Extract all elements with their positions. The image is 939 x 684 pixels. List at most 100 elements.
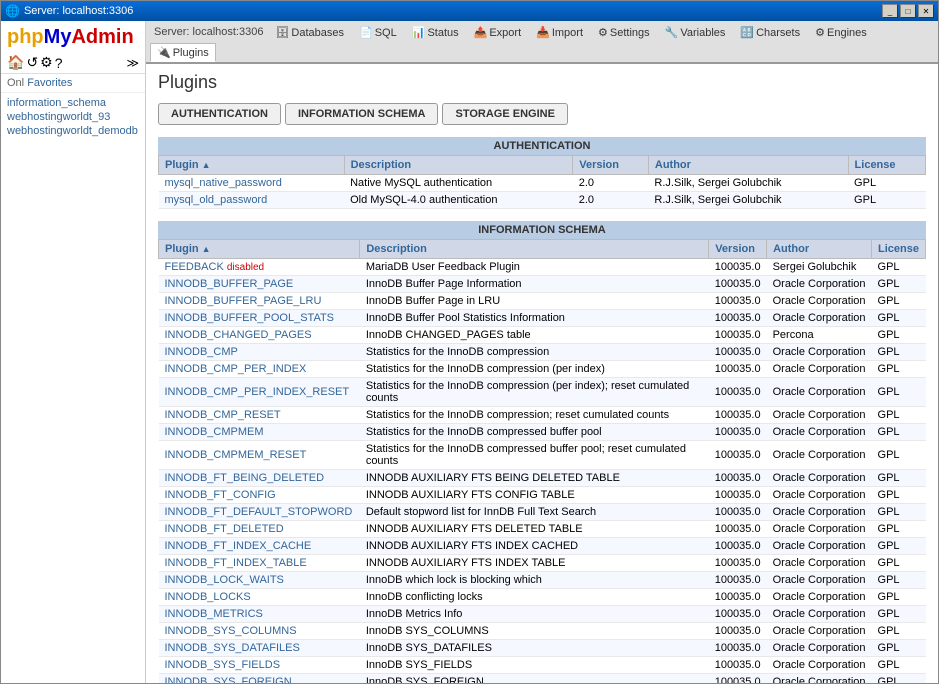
version-cell: 100035.0 [709,623,767,640]
nav-status[interactable]: 📊 Status [405,23,466,42]
license-cell: GPL [872,293,926,310]
plugin-link[interactable]: INNODB_FT_DELETED [165,523,284,535]
auth-col-license[interactable]: License [848,156,925,175]
plugin-link[interactable]: INNODB_FT_INDEX_CACHE [165,540,312,552]
version-cell: 100035.0 [709,378,767,407]
table-row: mysql_old_password Old MySQL-4.0 authent… [159,192,926,209]
favorites-link[interactable]: Favorites [27,77,72,89]
window-title: Server: localhost:3306 [24,5,133,17]
plugin-link[interactable]: INNODB_SYS_FOREIGN [165,676,292,683]
plugin-link[interactable]: INNODB_CMP_RESET [165,409,281,421]
tab-information-schema[interactable]: INFORMATION SCHEMA [285,103,439,125]
license-cell: GPL [872,344,926,361]
plugin-link[interactable]: INNODB_CMP_PER_INDEX [165,363,307,375]
charsets-label: Charsets [756,27,800,39]
plugin-link[interactable]: INNODB_SYS_COLUMNS [165,625,297,637]
database-list: information_schema webhostingworldt_93 w… [1,93,145,683]
auth-col-description[interactable]: Description [344,156,573,175]
home-icon[interactable]: 🏠 [7,54,24,71]
info-col-version[interactable]: Version [709,240,767,259]
nav-export[interactable]: 📤 Export [467,23,529,42]
description-cell: Statistics for the InnoDB compression [360,344,709,361]
close-button[interactable]: ✕ [918,4,934,18]
auth-col-author[interactable]: Author [648,156,848,175]
plugin-link[interactable]: INNODB_BUFFER_POOL_STATS [165,312,335,324]
nav-variables[interactable]: 🔧 Variables [658,23,733,42]
plugin-link[interactable]: INNODB_METRICS [165,608,263,620]
info-schema-section: INFORMATION SCHEMA Plugin ▲ Description … [158,221,926,683]
plugin-link[interactable]: INNODB_SYS_DATAFILES [165,642,300,654]
db-item-webhostingworldt-93[interactable]: webhostingworldt_93 [5,110,141,124]
description-cell: Default stopword list for InnDB Full Tex… [360,504,709,521]
license-cell: GPL [872,441,926,470]
variables-label: Variables [680,27,725,39]
plugin-link[interactable]: INNODB_BUFFER_PAGE [165,278,294,290]
plugin-link[interactable]: FEEDBACK [165,261,224,273]
plugin-link[interactable]: mysql_old_password [165,194,268,206]
plugin-link[interactable]: mysql_native_password [165,177,282,189]
plugin-link[interactable]: INNODB_CMPMEM_RESET [165,449,307,461]
nav-sql[interactable]: 📄 SQL [352,23,404,42]
author-cell: Oracle Corporation [767,504,872,521]
help-icon[interactable]: ? [55,55,63,71]
info-col-author[interactable]: Author [767,240,872,259]
titlebar: 🌐 Server: localhost:3306 _ □ ✕ [1,1,938,21]
plugin-link[interactable]: INNODB_LOCK_WAITS [165,574,284,586]
nav-plugins[interactable]: 🔌 Plugins [150,43,216,62]
version-cell: 100035.0 [709,589,767,606]
auth-col-version[interactable]: Version [573,156,649,175]
plugin-link[interactable]: INNODB_CHANGED_PAGES [165,329,312,341]
plugin-link[interactable]: INNODB_FT_CONFIG [165,489,276,501]
settings-icon[interactable]: ⚙ [40,54,53,71]
plugin-link[interactable]: INNODB_CMPMEM [165,426,264,438]
refresh-icon[interactable]: ↺ [26,54,38,71]
nav-import[interactable]: 📥 Import [529,23,590,42]
version-cell: 100035.0 [709,310,767,327]
minimize-button[interactable]: _ [882,4,898,18]
plugin-link[interactable]: INNODB_FT_BEING_DELETED [165,472,325,484]
disabled-badge: disabled [227,262,264,273]
version-cell: 100035.0 [709,572,767,589]
nav-settings[interactable]: ⚙ Settings [591,23,657,42]
license-cell: GPL [872,589,926,606]
info-col-license[interactable]: License [872,240,926,259]
auth-col-plugin[interactable]: Plugin ▲ [159,156,345,175]
license-cell: GPL [872,361,926,378]
db-item-information-schema[interactable]: information_schema [5,96,141,110]
table-row: INNODB_FT_INDEX_TABLE INNODB AUXILIARY F… [159,555,926,572]
plugin-link[interactable]: INNODB_CMP [165,346,238,358]
table-row: INNODB_CMP Statistics for the InnoDB com… [159,344,926,361]
description-cell: Statistics for the InnoDB compressed buf… [360,441,709,470]
plugin-link[interactable]: INNODB_FT_INDEX_TABLE [165,557,307,569]
author-cell: Oracle Corporation [767,344,872,361]
window-icon: 🌐 [5,4,20,18]
plugins-label: Plugins [173,47,209,59]
nav-engines[interactable]: ⚙ Engines [808,23,874,42]
plugin-link[interactable]: INNODB_FT_DEFAULT_STOPWORD [165,506,353,518]
plugins-icon: 🔌 [157,46,171,59]
author-cell: Oracle Corporation [767,572,872,589]
tab-authentication[interactable]: AUTHENTICATION [158,103,281,125]
phpmyadmin-logo[interactable]: phpMyAdmin [1,21,145,52]
db-item-webhostingworldt-demodb[interactable]: webhostingworldt_demodb [5,124,141,138]
description-cell: Statistics for the InnoDB compression (p… [360,378,709,407]
plugin-link[interactable]: INNODB_CMP_PER_INDEX_RESET [165,386,350,398]
info-table: Plugin ▲ Description Version Author Lice… [158,239,926,683]
info-col-description[interactable]: Description [360,240,709,259]
tab-storage-engine[interactable]: STORAGE ENGINE [442,103,567,125]
plugin-link[interactable]: INNODB_SYS_FIELDS [165,659,281,671]
info-col-plugin[interactable]: Plugin ▲ [159,240,360,259]
maximize-button[interactable]: □ [900,4,916,18]
table-row: INNODB_SYS_FIELDS InnoDB SYS_FIELDS 1000… [159,657,926,674]
expand-icon[interactable]: ≫ [126,56,139,70]
nav-databases[interactable]: 🗄 Databases [268,23,351,42]
plugin-link[interactable]: INNODB_LOCKS [165,591,251,603]
plugin-link[interactable]: INNODB_BUFFER_PAGE_LRU [165,295,322,307]
table-row: INNODB_SYS_DATAFILES InnoDB SYS_DATAFILE… [159,640,926,657]
license-cell: GPL [872,327,926,344]
nav-charsets[interactable]: 🔠 Charsets [733,23,807,42]
table-row: INNODB_FT_INDEX_CACHE INNODB AUXILIARY F… [159,538,926,555]
page-title: Plugins [158,72,926,93]
author-cell: Oracle Corporation [767,310,872,327]
table-row: INNODB_CMP_PER_INDEX_RESET Statistics fo… [159,378,926,407]
